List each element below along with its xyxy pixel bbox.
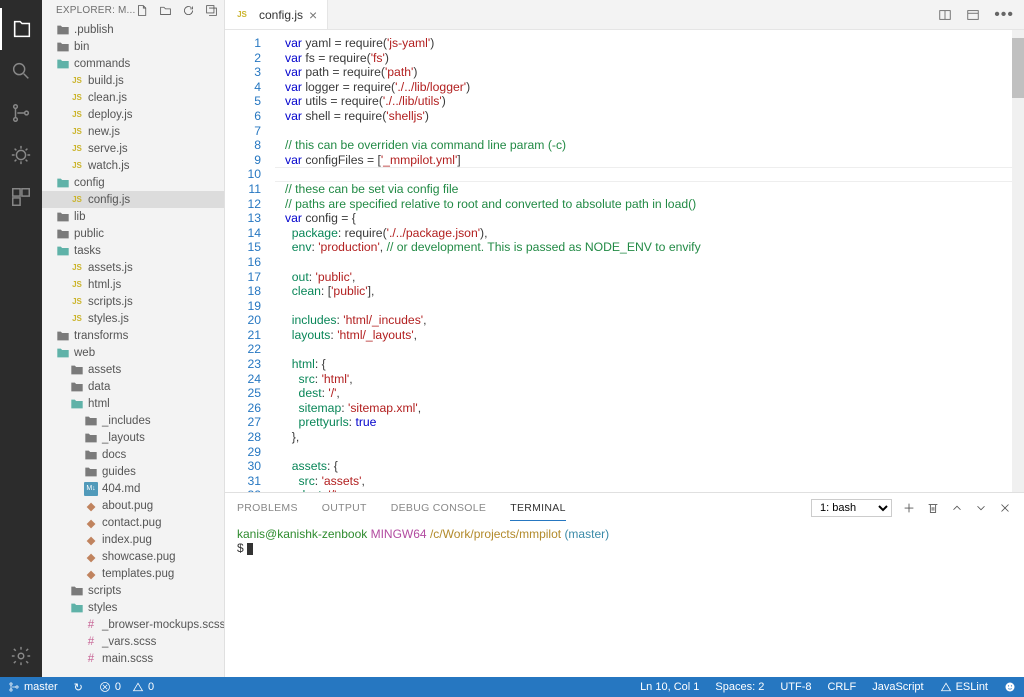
- source-control-icon[interactable]: [0, 92, 42, 134]
- tree-item[interactable]: #_browser-mockups.scss: [42, 616, 224, 633]
- tree-item[interactable]: JSwatch.js: [42, 157, 224, 174]
- bottom-panel: PROBLEMS OUTPUT DEBUG CONSOLE TERMINAL 1…: [225, 492, 1024, 677]
- status-branch[interactable]: master: [0, 681, 66, 693]
- search-icon[interactable]: [0, 50, 42, 92]
- explorer-icon[interactable]: [0, 8, 42, 50]
- tab-bar: JS config.js × •••: [225, 0, 1024, 30]
- file-tree[interactable]: .publishbincommandsJSbuild.jsJSclean.jsJ…: [42, 21, 224, 677]
- kill-terminal-icon[interactable]: [926, 501, 940, 515]
- status-feedback-icon[interactable]: [996, 681, 1024, 693]
- tree-item[interactable]: bin: [42, 38, 224, 55]
- extensions-icon[interactable]: [0, 176, 42, 218]
- terminal[interactable]: kanis@kanishk-zenbook MINGW64 /c/Work/pr…: [225, 523, 1024, 677]
- settings-icon[interactable]: [0, 635, 42, 677]
- tree-item[interactable]: JSbuild.js: [42, 72, 224, 89]
- maximize-icon[interactable]: [950, 501, 964, 515]
- tree-item[interactable]: JSscripts.js: [42, 293, 224, 310]
- tree-item[interactable]: web: [42, 344, 224, 361]
- tree-item[interactable]: styles: [42, 599, 224, 616]
- tree-item[interactable]: data: [42, 378, 224, 395]
- collapse-icon[interactable]: [205, 4, 218, 17]
- status-linter[interactable]: ESLint: [932, 681, 996, 693]
- tree-item[interactable]: ◆about.pug: [42, 497, 224, 514]
- tree-item[interactable]: public: [42, 225, 224, 242]
- close-icon[interactable]: ×: [309, 7, 317, 23]
- tree-item[interactable]: html: [42, 395, 224, 412]
- tree-item[interactable]: config: [42, 174, 224, 191]
- status-encoding[interactable]: UTF-8: [772, 681, 819, 693]
- status-errors[interactable]: 0 0: [91, 681, 162, 693]
- status-sync[interactable]: ↻: [66, 681, 91, 694]
- close-panel-icon[interactable]: [998, 501, 1012, 515]
- tree-item[interactable]: lib: [42, 208, 224, 225]
- tree-item[interactable]: ◆templates.pug: [42, 565, 224, 582]
- code-editor[interactable]: 1234567891011121314151617181920212223242…: [225, 30, 1024, 492]
- explorer-sidebar: EXPLORER: M... .publishbincommandsJSbuil…: [42, 0, 224, 677]
- sidebar-title: EXPLORER: M...: [56, 5, 136, 16]
- status-spaces[interactable]: Spaces: 2: [707, 681, 772, 693]
- tree-item[interactable]: _includes: [42, 412, 224, 429]
- debug-icon[interactable]: [0, 134, 42, 176]
- tab-label: config.js: [259, 8, 303, 22]
- tree-item[interactable]: JSstyles.js: [42, 310, 224, 327]
- tree-item[interactable]: ◆showcase.pug: [42, 548, 224, 565]
- panel-tab-debug[interactable]: DEBUG CONSOLE: [391, 496, 487, 520]
- add-terminal-icon[interactable]: [902, 501, 916, 515]
- status-position[interactable]: Ln 10, Col 1: [632, 681, 707, 693]
- tree-item[interactable]: docs: [42, 446, 224, 463]
- tree-item[interactable]: JSnew.js: [42, 123, 224, 140]
- tree-item[interactable]: JSconfig.js: [42, 191, 224, 208]
- status-bar: master ↻ 0 0 Ln 10, Col 1 Spaces: 2 UTF-…: [0, 677, 1024, 697]
- terminal-selector[interactable]: 1: bash: [811, 499, 892, 517]
- tree-item[interactable]: tasks: [42, 242, 224, 259]
- tree-item[interactable]: commands: [42, 55, 224, 72]
- tree-item[interactable]: .publish: [42, 21, 224, 38]
- tab-config-js[interactable]: JS config.js ×: [225, 0, 328, 29]
- layout-icon[interactable]: [966, 8, 980, 22]
- tree-item[interactable]: #_vars.scss: [42, 633, 224, 650]
- tree-item[interactable]: JSassets.js: [42, 259, 224, 276]
- tree-item[interactable]: JSclean.js: [42, 89, 224, 106]
- status-eol[interactable]: CRLF: [819, 681, 864, 693]
- new-file-icon[interactable]: [136, 4, 149, 17]
- chevron-down-icon[interactable]: [974, 501, 988, 515]
- panel-tab-terminal[interactable]: TERMINAL: [510, 496, 566, 521]
- tree-item[interactable]: ◆contact.pug: [42, 514, 224, 531]
- activity-bar: [0, 0, 42, 677]
- tree-item[interactable]: _layouts: [42, 429, 224, 446]
- tree-item[interactable]: #main.scss: [42, 650, 224, 667]
- tree-item[interactable]: guides: [42, 463, 224, 480]
- tree-item[interactable]: JShtml.js: [42, 276, 224, 293]
- more-icon[interactable]: •••: [994, 6, 1014, 24]
- panel-tab-problems[interactable]: PROBLEMS: [237, 496, 298, 520]
- tree-item[interactable]: transforms: [42, 327, 224, 344]
- js-icon: JS: [235, 8, 249, 22]
- tree-item[interactable]: JSdeploy.js: [42, 106, 224, 123]
- tree-item[interactable]: JSserve.js: [42, 140, 224, 157]
- status-lang[interactable]: JavaScript: [864, 681, 931, 693]
- scrollbar[interactable]: [1012, 30, 1024, 492]
- new-folder-icon[interactable]: [159, 4, 172, 17]
- panel-tab-output[interactable]: OUTPUT: [322, 496, 367, 520]
- tree-item[interactable]: scripts: [42, 582, 224, 599]
- split-icon[interactable]: [938, 8, 952, 22]
- tree-item[interactable]: ◆index.pug: [42, 531, 224, 548]
- tree-item[interactable]: assets: [42, 361, 224, 378]
- refresh-icon[interactable]: [182, 4, 195, 17]
- tree-item[interactable]: M↓404.md: [42, 480, 224, 497]
